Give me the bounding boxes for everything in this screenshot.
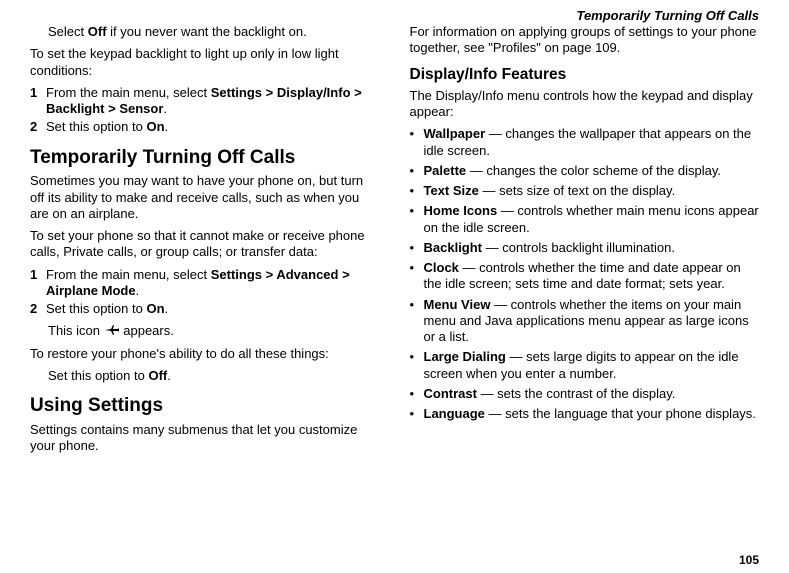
feature-desc: — controls whether the time and date app… (424, 260, 741, 291)
feature-body: Clock — controls whether the time and da… (424, 260, 760, 293)
bullet-icon: • (410, 349, 424, 382)
text: Set this option to (48, 368, 148, 383)
feature-term: Language (424, 406, 485, 421)
lowlight-intro: To set the keypad backlight to light up … (30, 46, 380, 79)
feature-term: Contrast (424, 386, 477, 401)
text: appears. (123, 323, 174, 338)
heading-display-info: Display/Info Features (410, 65, 760, 84)
bold-off: Off (148, 368, 167, 383)
turnoff-steps: 1 From the main menu, select Settings > … (30, 267, 380, 318)
step-number: 2 (30, 119, 46, 135)
step-body: From the main menu, select Settings > Di… (46, 85, 380, 118)
feature-body: Menu View — controls whether the items o… (424, 297, 760, 346)
feature-body: Contrast — sets the contrast of the disp… (424, 386, 760, 402)
list-item: 1 From the main menu, select Settings > … (30, 267, 380, 300)
airplane-icon (104, 324, 120, 340)
feature-body: Text Size — sets size of text on the dis… (424, 183, 760, 199)
step-body: Set this option to On. (46, 119, 380, 135)
list-item: •Large Dialing — sets large digits to ap… (410, 349, 760, 382)
list-item: •Contrast — sets the contrast of the dis… (410, 386, 760, 402)
feature-term: Menu View (424, 297, 491, 312)
bold-on: On (146, 301, 164, 316)
feature-desc: — sets the language that your phone disp… (485, 406, 756, 421)
feature-term: Large Dialing (424, 349, 506, 364)
list-item: 1 From the main menu, select Settings > … (30, 85, 380, 118)
list-item: •Clock — controls whether the time and d… (410, 260, 760, 293)
feature-body: Backlight — controls backlight illuminat… (424, 240, 760, 256)
list-item: •Wallpaper — changes the wallpaper that … (410, 126, 760, 159)
step-number: 1 (30, 267, 46, 300)
bullet-icon: • (410, 240, 424, 256)
feature-desc: — sets size of text on the display. (479, 183, 675, 198)
feature-term: Text Size (424, 183, 479, 198)
lowlight-steps: 1 From the main menu, select Settings > … (30, 85, 380, 136)
using-settings-paragraph: Settings contains many submenus that let… (30, 422, 380, 455)
bullet-icon: • (410, 297, 424, 346)
list-item: •Palette — changes the color scheme of t… (410, 163, 760, 179)
bullet-icon: • (410, 260, 424, 293)
list-item: •Backlight — controls backlight illumina… (410, 240, 760, 256)
text: Set this option to (46, 301, 146, 316)
turnoff-paragraph-2: To set your phone so that it cannot make… (30, 228, 380, 261)
feature-body: Home Icons — controls whether main menu … (424, 203, 760, 236)
list-item: •Home Icons — controls whether main menu… (410, 203, 760, 236)
text: . (136, 283, 140, 298)
display-info-paragraph: The Display/Info menu controls how the k… (410, 88, 760, 121)
step-body: From the main menu, select Settings > Ad… (46, 267, 380, 300)
text: This icon (48, 323, 104, 338)
feature-body: Palette — changes the color scheme of th… (424, 163, 760, 179)
bullet-icon: • (410, 126, 424, 159)
restore-paragraph: To restore your phone's ability to do al… (30, 346, 380, 362)
turnoff-paragraph-1: Sometimes you may want to have your phon… (30, 173, 380, 222)
bullet-icon: • (410, 406, 424, 422)
text: From the main menu, select (46, 85, 211, 100)
feature-term: Backlight (424, 240, 483, 255)
step-number: 1 (30, 85, 46, 118)
page: Temporarily Turning Off Calls Select Off… (0, 0, 789, 573)
list-item: 2 Set this option to On. (30, 301, 380, 317)
running-head: Temporarily Turning Off Calls (576, 8, 759, 23)
feature-desc: — sets the contrast of the display. (477, 386, 675, 401)
bullet-icon: • (410, 203, 424, 236)
bullet-icon: • (410, 183, 424, 199)
step-number: 2 (30, 301, 46, 317)
text: Select (48, 24, 88, 39)
list-item: •Text Size — sets size of text on the di… (410, 183, 760, 199)
text: . (165, 301, 169, 316)
text: . (165, 119, 169, 134)
heading-turning-off-calls: Temporarily Turning Off Calls (30, 146, 380, 170)
bullet-icon: • (410, 386, 424, 402)
text: . (163, 101, 167, 116)
feature-term: Home Icons (424, 203, 498, 218)
bold-off: Off (88, 24, 107, 39)
list-item: 2 Set this option to On. (30, 119, 380, 135)
right-column: For information on applying groups of se… (410, 20, 760, 563)
text: . (167, 368, 171, 383)
features-list: •Wallpaper — changes the wallpaper that … (410, 126, 760, 422)
text: if you never want the backlight on. (107, 24, 307, 39)
icon-appears-line: This icon appears. (48, 323, 380, 340)
bold-on: On (146, 119, 164, 134)
select-off-paragraph: Select Off if you never want the backlig… (48, 24, 380, 40)
text: From the main menu, select (46, 267, 211, 282)
feature-desc: — controls backlight illumination. (482, 240, 675, 255)
step-body: Set this option to On. (46, 301, 380, 317)
bullet-icon: • (410, 163, 424, 179)
restore-step: Set this option to Off. (48, 368, 380, 384)
feature-term: Wallpaper (424, 126, 486, 141)
feature-body: Wallpaper — changes the wallpaper that a… (424, 126, 760, 159)
text: Set this option to (46, 119, 146, 134)
feature-term: Palette (424, 163, 467, 178)
left-column: Select Off if you never want the backlig… (30, 20, 380, 563)
heading-using-settings: Using Settings (30, 394, 380, 418)
feature-body: Large Dialing — sets large digits to app… (424, 349, 760, 382)
feature-body: Language — sets the language that your p… (424, 406, 760, 422)
profiles-paragraph: For information on applying groups of se… (410, 24, 760, 57)
page-number: 105 (739, 553, 759, 567)
list-item: •Menu View — controls whether the items … (410, 297, 760, 346)
feature-term: Clock (424, 260, 459, 275)
feature-desc: — changes the color scheme of the displa… (466, 163, 721, 178)
list-item: •Language — sets the language that your … (410, 406, 760, 422)
